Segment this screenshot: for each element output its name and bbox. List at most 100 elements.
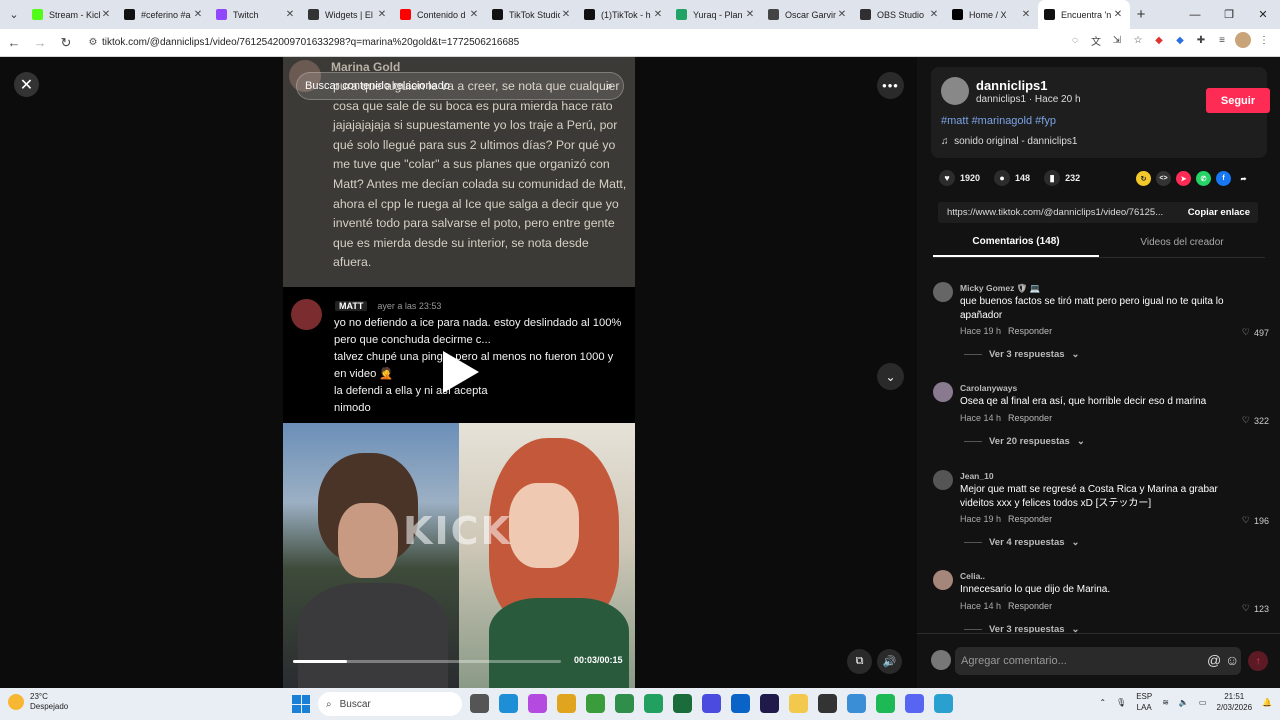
tab-close-icon[interactable]: ✕ (284, 9, 296, 20)
browser-tab[interactable]: OBS Studio ✕ (854, 0, 946, 29)
new-tab-button[interactable]: + (1130, 6, 1152, 23)
browser-tab[interactable]: TikTok Studio ✕ (486, 0, 578, 29)
comment-avatar[interactable] (933, 570, 953, 590)
share-arrow-icon[interactable]: ➦ (1236, 171, 1251, 186)
play-icon[interactable] (443, 351, 479, 393)
battery-icon[interactable]: ▭ (1199, 698, 1207, 707)
comment-like-button[interactable]: ♡ 322 (1242, 415, 1269, 426)
browser-tab[interactable]: (1)TikTok - h ✕ (578, 0, 670, 29)
windows-start-icon[interactable] (292, 695, 310, 713)
search-icon[interactable]: ⌕ (606, 78, 613, 94)
creator-username[interactable]: danniclips1 (976, 78, 1048, 93)
comment-button[interactable]: ● 148 (994, 170, 1030, 186)
comment-like-button[interactable]: ♡ 196 (1242, 515, 1269, 526)
premiere-icon[interactable] (760, 694, 779, 713)
extension-blue-icon[interactable]: ◆ (1172, 32, 1188, 48)
copilot-icon[interactable] (528, 694, 547, 713)
chrome-active-icon[interactable] (644, 694, 663, 713)
tab-close-icon[interactable]: ✕ (652, 9, 664, 20)
discord-icon[interactable] (905, 694, 924, 713)
next-video-chevron-down-icon[interactable]: ⌄ (877, 363, 904, 390)
tab-search-menu-icon[interactable]: ⌄ (2, 3, 26, 27)
app-diamond-icon[interactable] (847, 694, 866, 713)
tab-close-icon[interactable]: ✕ (836, 9, 848, 20)
video-progress-bar[interactable] (293, 660, 561, 663)
facebook-icon[interactable]: f (1216, 171, 1231, 186)
post-comment-arrow-icon[interactable]: ↑ (1248, 651, 1268, 671)
spotify-icon[interactable] (876, 694, 895, 713)
browser-tab[interactable]: Contenido d ✕ (394, 0, 486, 29)
taskbar-search-input[interactable]: ⌕ Buscar (318, 692, 462, 716)
edge-icon[interactable] (499, 694, 518, 713)
embed-icon[interactable]: <> (1156, 171, 1171, 186)
tab-close-icon[interactable]: ✕ (100, 9, 112, 20)
microphone-icon[interactable]: 🎙 (1116, 698, 1126, 707)
floating-player-icon[interactable]: ⧉ (847, 649, 872, 674)
comment-avatar[interactable] (933, 282, 953, 302)
tab-close-icon[interactable]: ✕ (376, 9, 388, 20)
comment-author[interactable]: Carolanyways (960, 383, 1017, 393)
url-field[interactable]: ⚙ tiktok.com/@danniclips1/video/76125420… (84, 32, 1084, 54)
chrome-icon[interactable] (586, 694, 605, 713)
comment-author[interactable]: Celia.. (960, 571, 985, 581)
bookmark-star-icon[interactable]: ☆ (1130, 32, 1146, 48)
tray-chevron-up-icon[interactable]: ⌃ (1099, 698, 1106, 707)
outlook-icon[interactable] (731, 694, 750, 713)
weather-widget[interactable]: 23°C Despejado (8, 692, 68, 712)
browser-tab[interactable]: Home / X ✕ (946, 0, 1038, 29)
comments-list[interactable]: Micky Gomez 🛡 💻 que buenos factos se tir… (917, 262, 1280, 635)
app-cyan-icon[interactable] (934, 694, 953, 713)
comment-like-button[interactable]: ♡ 497 (1242, 327, 1269, 338)
repost-icon[interactable]: ↻ (1136, 171, 1151, 186)
view-replies-button[interactable]: Ver 20 respuestas ⌄ (964, 436, 1085, 447)
browser-tab[interactable]: Yuraq - Plan ✕ (670, 0, 762, 29)
save-button[interactable]: ▮ 232 (1044, 170, 1080, 186)
tab-close-icon[interactable]: ✕ (560, 9, 572, 20)
tab-creator-videos[interactable]: Videos del creador (1099, 227, 1265, 257)
mention-icon[interactable]: @ (1207, 652, 1221, 668)
reply-button[interactable]: Responder (1008, 514, 1052, 524)
task-view-icon[interactable] (470, 694, 489, 713)
language-indicator[interactable]: ESP LAA (1136, 691, 1152, 713)
like-button[interactable]: ♥ 1920 (939, 170, 980, 186)
comment-author[interactable]: Jean_10 (960, 471, 994, 481)
video-link-field[interactable]: https://www.tiktok.com/@danniclips1/vide… (938, 202, 1258, 223)
extension-red-icon[interactable]: ◆ (1151, 32, 1167, 48)
emoji-icon[interactable]: ☺ (1225, 652, 1239, 668)
follow-button[interactable]: Seguir (1206, 88, 1270, 113)
reply-button[interactable]: Responder (1008, 601, 1052, 611)
file-explorer-icon[interactable] (789, 694, 808, 713)
creator-avatar[interactable] (941, 77, 969, 105)
wifi-icon[interactable]: ≋ (1162, 698, 1169, 707)
comment-avatar[interactable] (933, 470, 953, 490)
chrome-profile-icon[interactable] (615, 694, 634, 713)
speaker-icon[interactable]: 🔈 (1179, 698, 1189, 707)
hashtags[interactable]: #matt #marinagold #fyp (941, 115, 1056, 127)
whatsapp-icon[interactable]: ✆ (1196, 171, 1211, 186)
comment-avatar[interactable] (933, 382, 953, 402)
app-blue-icon[interactable] (702, 694, 721, 713)
browser-tab[interactable]: Stream - Kick ✕ (26, 0, 118, 29)
obs-icon[interactable] (818, 694, 837, 713)
browser-tab[interactable]: Oscar Garvin ✕ (762, 0, 854, 29)
volume-icon[interactable]: 🔊 (877, 649, 902, 674)
back-icon[interactable]: ← (2, 31, 26, 55)
translate-icon[interactable]: 文 (1088, 32, 1104, 48)
sound-link[interactable]: ♫ sonido original - danniclips1 (941, 136, 1077, 147)
view-replies-button[interactable]: Ver 4 respuestas ⌄ (964, 537, 1080, 548)
tab-close-icon[interactable]: ✕ (192, 9, 204, 20)
copy-link-button[interactable]: Copiar enlace (1180, 202, 1258, 223)
excel-icon[interactable] (673, 694, 692, 713)
tab-close-icon[interactable]: ✕ (744, 9, 756, 20)
view-replies-button[interactable]: Ver 3 respuestas ⌄ (964, 349, 1080, 360)
comment-like-button[interactable]: ♡ 123 (1242, 603, 1269, 614)
close-icon[interactable]: ✕ (14, 72, 39, 97)
extensions-puzzle-icon[interactable]: ✚ (1193, 32, 1209, 48)
media-control-icon[interactable]: ≡ (1214, 32, 1230, 48)
browser-tab[interactable]: Encuentra 'n ✕ (1038, 0, 1130, 29)
app-icon[interactable] (557, 694, 576, 713)
reply-button[interactable]: Responder (1008, 326, 1052, 336)
notifications-icon[interactable]: 🔔 (1262, 698, 1272, 707)
tab-close-icon[interactable]: ✕ (1020, 9, 1032, 20)
comment-input[interactable]: Agregar comentario... @ ☺ (955, 647, 1241, 675)
